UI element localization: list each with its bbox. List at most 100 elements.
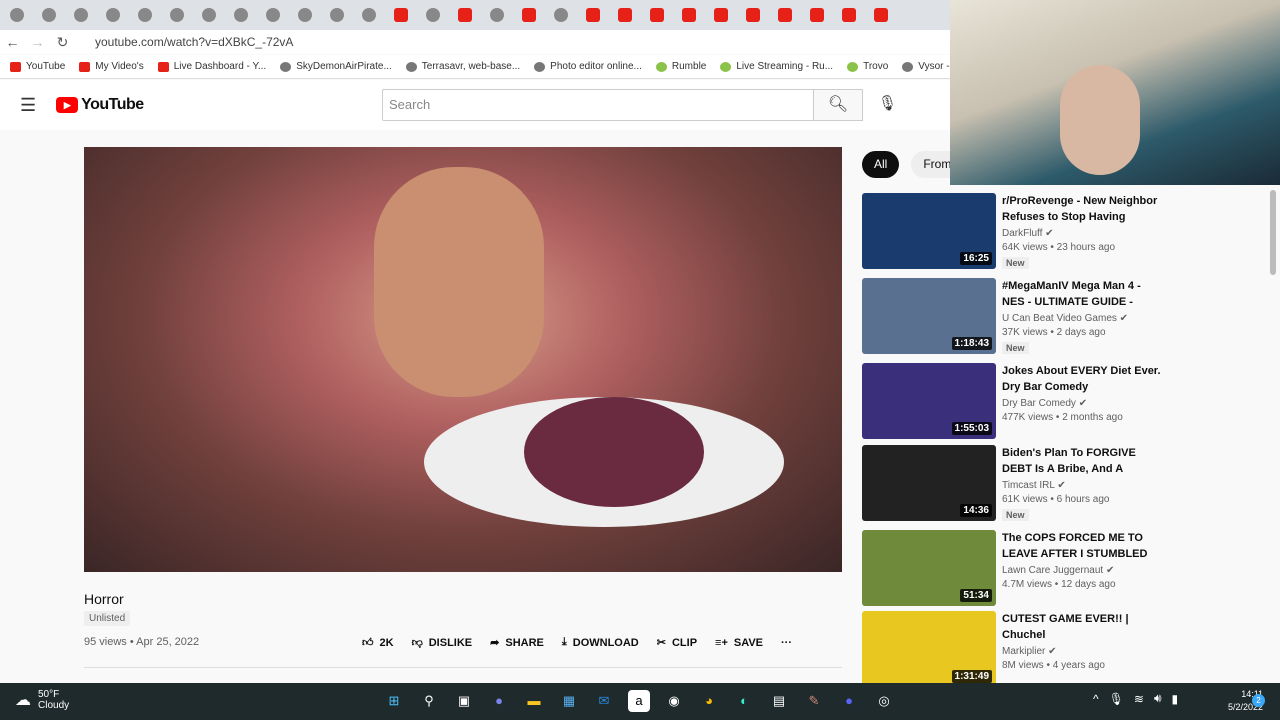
channel-name[interactable]: Timcast IRL ✔ <box>1002 480 1162 491</box>
scrollbar[interactable] <box>1270 190 1276 275</box>
browser-tab-favicon[interactable] <box>874 8 888 22</box>
video-title[interactable]: Biden's Plan To FORGIVE DEBT Is A Bribe,… <box>1002 445 1162 477</box>
file-explorer-icon[interactable]: ▬ <box>523 690 545 712</box>
chrome-icon[interactable]: ◕ <box>698 690 720 712</box>
like-button[interactable]: 👍︎ 2K <box>362 636 394 650</box>
paint-icon[interactable]: ✎ <box>803 690 825 712</box>
browser-tab-favicon[interactable] <box>810 8 824 22</box>
bookmark-item[interactable]: Terrasavr, web-base... <box>405 61 520 72</box>
channel-name[interactable]: Lawn Care Juggernaut ✔ <box>1002 565 1162 576</box>
bookmark-item[interactable]: SkyDemonAirPirate... <box>280 61 392 72</box>
bookmark-item[interactable]: Photo editor online... <box>534 61 642 72</box>
browser-tab-favicon[interactable] <box>138 8 152 22</box>
obs-icon[interactable]: ◎ <box>873 690 895 712</box>
browser-tab-favicon[interactable] <box>362 8 376 22</box>
browser-tab-strip[interactable] <box>0 0 950 30</box>
browser-tab-favicon[interactable] <box>650 8 664 22</box>
video-title[interactable]: CUTEST GAME EVER!! | Chuchel <box>1002 611 1162 643</box>
task-view-icon[interactable]: ▣ <box>453 690 475 712</box>
microphone-icon[interactable]: 🎙︎ <box>1109 692 1124 706</box>
bookmark-item[interactable]: Live Streaming - Ru... <box>720 61 833 72</box>
youtube-logo[interactable]: ▶ YouTube <box>56 96 144 114</box>
channel-name[interactable]: DarkFluff ✔ <box>1002 228 1162 239</box>
browser-tab-favicon[interactable] <box>298 8 312 22</box>
bookmark-item[interactable]: YouTube <box>10 61 65 72</box>
notification-badge[interactable]: 2 <box>1252 694 1265 707</box>
browser-tab-favicon[interactable] <box>682 8 696 22</box>
recommended-video[interactable]: 1:55:03 Jokes About EVERY Diet Ever. Dry… <box>862 363 1162 439</box>
clip-button[interactable]: ✂ CLIP <box>657 636 697 650</box>
reload-icon[interactable]: ↻ <box>50 34 75 51</box>
browser-tab-favicon[interactable] <box>266 8 280 22</box>
browser-tab-favicon[interactable] <box>554 8 568 22</box>
video-thumbnail[interactable]: 1:31:49 <box>862 611 996 687</box>
browser-tab-favicon[interactable] <box>618 8 632 22</box>
browser-tab-favicon[interactable] <box>842 8 856 22</box>
start-icon[interactable]: ⊞ <box>383 690 405 712</box>
notepad-icon[interactable]: ▤ <box>768 690 790 712</box>
mail-icon[interactable]: ✉ <box>593 690 615 712</box>
teams-icon[interactable]: ● <box>488 690 510 712</box>
video-player[interactable] <box>84 147 842 572</box>
recommended-video[interactable]: 1:31:49 CUTEST GAME EVER!! | Chuchel Mar… <box>862 611 1162 687</box>
bookmark-item[interactable]: Live Dashboard - Y... <box>157 61 266 72</box>
url-input[interactable]: youtube.com/watch?v=dXBkC_-72vA <box>95 35 293 49</box>
video-title[interactable]: r/ProRevenge - New Neighbor Refuses to S… <box>1002 193 1162 225</box>
discord-icon[interactable]: ● <box>838 690 860 712</box>
dislike-button[interactable]: 👎︎ DISLIKE <box>412 636 473 650</box>
download-button[interactable]: ⤓ DOWNLOAD <box>562 636 639 649</box>
recommended-video[interactable]: 1:18:43 #MegaManIV Mega Man 4 - NES - UL… <box>862 278 1162 354</box>
video-thumbnail[interactable]: 51:34 <box>862 530 996 606</box>
store-icon[interactable]: ▦ <box>558 690 580 712</box>
chip-all[interactable]: All <box>862 151 900 178</box>
browser-tab-favicon[interactable] <box>778 8 792 22</box>
channel-name[interactable]: U Can Beat Video Games ✔ <box>1002 313 1162 324</box>
search-icon[interactable]: ⚲ <box>418 690 440 712</box>
browser-tab-favicon[interactable] <box>746 8 760 22</box>
video-title[interactable]: #MegaManIV Mega Man 4 - NES - ULTIMATE G… <box>1002 278 1162 310</box>
browser-tab-favicon[interactable] <box>202 8 216 22</box>
more-button[interactable]: ··· <box>781 637 792 649</box>
video-thumbnail[interactable]: 1:55:03 <box>862 363 996 439</box>
browser-tab-favicon[interactable] <box>394 8 408 22</box>
browser-tab-favicon[interactable] <box>170 8 184 22</box>
wifi-icon[interactable]: ≋ <box>1134 692 1144 706</box>
browser-tab-favicon[interactable] <box>106 8 120 22</box>
browser-tab-favicon[interactable] <box>490 8 504 22</box>
chevron-up-icon[interactable]: ^ <box>1093 692 1099 706</box>
video-title[interactable]: Jokes About EVERY Diet Ever. Dry Bar Com… <box>1002 363 1162 395</box>
recommended-video[interactable]: 51:34 The COPS FORCED ME TO LEAVE AFTER … <box>862 530 1162 606</box>
browser-tab-favicon[interactable] <box>42 8 56 22</box>
video-thumbnail[interactable]: 1:18:43 <box>862 278 996 354</box>
search-button[interactable]: 🔍︎ <box>813 89 863 121</box>
video-thumbnail[interactable]: 14:36 <box>862 445 996 521</box>
browser-tab-favicon[interactable] <box>330 8 344 22</box>
edge-icon[interactable]: ◐ <box>733 690 755 712</box>
bookmark-item[interactable]: Rumble <box>655 61 706 72</box>
browser-tab-favicon[interactable] <box>234 8 248 22</box>
back-icon[interactable]: ← <box>0 34 25 50</box>
menu-icon[interactable]: ☰ <box>20 95 36 116</box>
browser-tab-favicon[interactable] <box>586 8 600 22</box>
browser-tab-favicon[interactable] <box>522 8 536 22</box>
search-input[interactable]: Search <box>382 89 814 121</box>
save-button[interactable]: ≡+ SAVE <box>715 637 763 649</box>
video-title[interactable]: The COPS FORCED ME TO LEAVE AFTER I STUM… <box>1002 530 1162 562</box>
amazon-icon[interactable]: a <box>628 690 650 712</box>
recommended-video[interactable]: 14:36 Biden's Plan To FORGIVE DEBT Is A … <box>862 445 1162 521</box>
video-thumbnail[interactable]: 16:25 <box>862 193 996 269</box>
bookmark-item[interactable]: My Video's <box>79 61 144 72</box>
forward-icon[interactable]: → <box>25 34 50 50</box>
browser-tab-favicon[interactable] <box>426 8 440 22</box>
browser-tab-favicon[interactable] <box>74 8 88 22</box>
weather-widget[interactable]: ☁ 50°F Cloudy <box>15 689 69 711</box>
channel-name[interactable]: Dry Bar Comedy ✔ <box>1002 398 1162 409</box>
browser-tab-favicon[interactable] <box>10 8 24 22</box>
volume-icon[interactable]: 🔊︎ <box>1154 691 1162 706</box>
browser-tab-favicon[interactable] <box>458 8 472 22</box>
browser-tab-favicon[interactable] <box>714 8 728 22</box>
bookmark-item[interactable]: Trovo <box>847 61 888 72</box>
app-icon[interactable]: ◉ <box>663 690 685 712</box>
battery-icon[interactable]: ▮ <box>1172 692 1179 706</box>
share-button[interactable]: ➦ SHARE <box>490 636 544 650</box>
